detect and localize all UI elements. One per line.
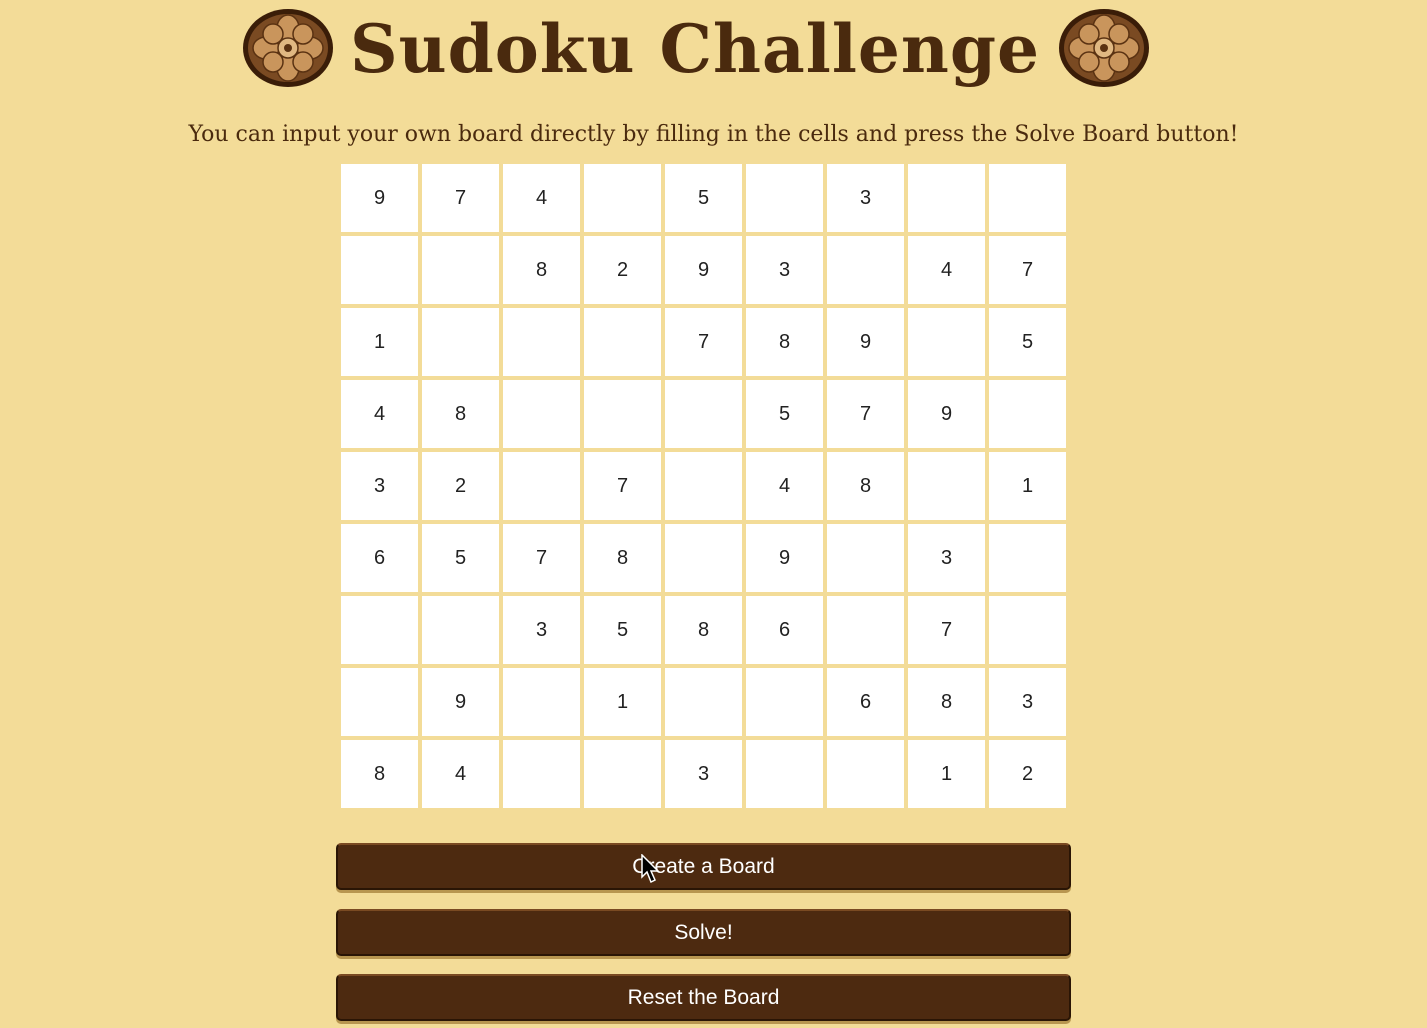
- sudoku-cell[interactable]: [501, 450, 582, 522]
- sudoku-cell[interactable]: [825, 378, 906, 450]
- sudoku-cell[interactable]: [501, 234, 582, 306]
- sudoku-cell[interactable]: [906, 666, 987, 738]
- sudoku-cell[interactable]: [420, 522, 501, 594]
- sudoku-cell[interactable]: [663, 666, 744, 738]
- sudoku-cell[interactable]: [501, 162, 582, 234]
- sudoku-cell[interactable]: [582, 666, 663, 738]
- sudoku-cell[interactable]: [663, 234, 744, 306]
- sudoku-cell[interactable]: [501, 594, 582, 666]
- sudoku-cell[interactable]: [501, 522, 582, 594]
- sudoku-cell[interactable]: [825, 666, 906, 738]
- sudoku-cell[interactable]: [339, 306, 420, 378]
- sudoku-cell[interactable]: [906, 450, 987, 522]
- sudoku-cell[interactable]: [744, 234, 825, 306]
- create-board-button[interactable]: Create a Board: [336, 843, 1071, 890]
- sudoku-cell[interactable]: [501, 306, 582, 378]
- sudoku-cell[interactable]: [420, 162, 501, 234]
- sudoku-cell[interactable]: [906, 594, 987, 666]
- sudoku-cell[interactable]: [582, 450, 663, 522]
- sudoku-cell[interactable]: [987, 234, 1068, 306]
- flower-emblem-icon: [1059, 9, 1149, 87]
- sudoku-cell[interactable]: [744, 594, 825, 666]
- sudoku-cell[interactable]: [420, 738, 501, 810]
- sudoku-cell[interactable]: [987, 450, 1068, 522]
- sudoku-cell[interactable]: [906, 738, 987, 810]
- sudoku-cell[interactable]: [420, 306, 501, 378]
- sudoku-cell[interactable]: [582, 738, 663, 810]
- sudoku-cell[interactable]: [339, 666, 420, 738]
- sudoku-cell[interactable]: [825, 234, 906, 306]
- sudoku-cell[interactable]: [501, 666, 582, 738]
- sudoku-cell[interactable]: [744, 378, 825, 450]
- flower-emblem-icon: [243, 9, 333, 87]
- sudoku-cell[interactable]: [339, 522, 420, 594]
- sudoku-cell[interactable]: [501, 738, 582, 810]
- sudoku-cell[interactable]: [339, 162, 420, 234]
- sudoku-cell[interactable]: [987, 162, 1068, 234]
- sudoku-cell[interactable]: [582, 306, 663, 378]
- sudoku-cell[interactable]: [420, 594, 501, 666]
- sudoku-cell[interactable]: [906, 234, 987, 306]
- sudoku-cell[interactable]: [501, 378, 582, 450]
- sudoku-cell[interactable]: [339, 378, 420, 450]
- sudoku-cell[interactable]: [663, 594, 744, 666]
- sudoku-cell[interactable]: [825, 306, 906, 378]
- sudoku-cell[interactable]: [663, 522, 744, 594]
- sudoku-cell[interactable]: [582, 162, 663, 234]
- sudoku-cell[interactable]: [987, 594, 1068, 666]
- sudoku-cell[interactable]: [744, 522, 825, 594]
- sudoku-cell[interactable]: [420, 378, 501, 450]
- sudoku-cell[interactable]: [987, 522, 1068, 594]
- sudoku-cell[interactable]: [663, 306, 744, 378]
- solve-button[interactable]: Solve!: [336, 909, 1071, 956]
- sudoku-cell[interactable]: [339, 450, 420, 522]
- sudoku-cell[interactable]: [420, 666, 501, 738]
- sudoku-cell[interactable]: [420, 450, 501, 522]
- sudoku-cell[interactable]: [582, 594, 663, 666]
- sudoku-cell[interactable]: [339, 234, 420, 306]
- sudoku-cell[interactable]: [825, 162, 906, 234]
- sudoku-cell[interactable]: [663, 162, 744, 234]
- sudoku-cell[interactable]: [744, 162, 825, 234]
- sudoku-cell[interactable]: [582, 234, 663, 306]
- sudoku-cell[interactable]: [582, 522, 663, 594]
- page-title: Sudoku Challenge: [349, 10, 1041, 88]
- sudoku-cell[interactable]: [744, 450, 825, 522]
- sudoku-cell[interactable]: [825, 594, 906, 666]
- sudoku-cell[interactable]: [663, 378, 744, 450]
- sudoku-cell[interactable]: [906, 522, 987, 594]
- sudoku-cell[interactable]: [339, 594, 420, 666]
- sudoku-cell[interactable]: [582, 378, 663, 450]
- sudoku-cell[interactable]: [825, 738, 906, 810]
- sudoku-cell[interactable]: [987, 378, 1068, 450]
- sudoku-cell[interactable]: [906, 378, 987, 450]
- header: Sudoku Challenge: [0, 4, 1427, 94]
- sudoku-cell[interactable]: [825, 450, 906, 522]
- sudoku-cell[interactable]: [744, 306, 825, 378]
- sudoku-cell[interactable]: [744, 666, 825, 738]
- sudoku-cell[interactable]: [663, 738, 744, 810]
- sudoku-cell[interactable]: [420, 234, 501, 306]
- sudoku-cell[interactable]: [987, 666, 1068, 738]
- sudoku-cell[interactable]: [987, 306, 1068, 378]
- instructions-text: You can input your own board directly by…: [188, 122, 1239, 147]
- sudoku-cell[interactable]: [663, 450, 744, 522]
- sudoku-cell[interactable]: [987, 738, 1068, 810]
- sudoku-page: Sudoku Challenge You can input your own …: [0, 0, 1427, 1028]
- sudoku-cell[interactable]: [906, 306, 987, 378]
- sudoku-board: [339, 162, 1068, 810]
- reset-board-button[interactable]: Reset the Board: [336, 974, 1071, 1021]
- sudoku-cell[interactable]: [825, 522, 906, 594]
- sudoku-cell[interactable]: [339, 738, 420, 810]
- sudoku-cell[interactable]: [906, 162, 987, 234]
- sudoku-cell[interactable]: [744, 738, 825, 810]
